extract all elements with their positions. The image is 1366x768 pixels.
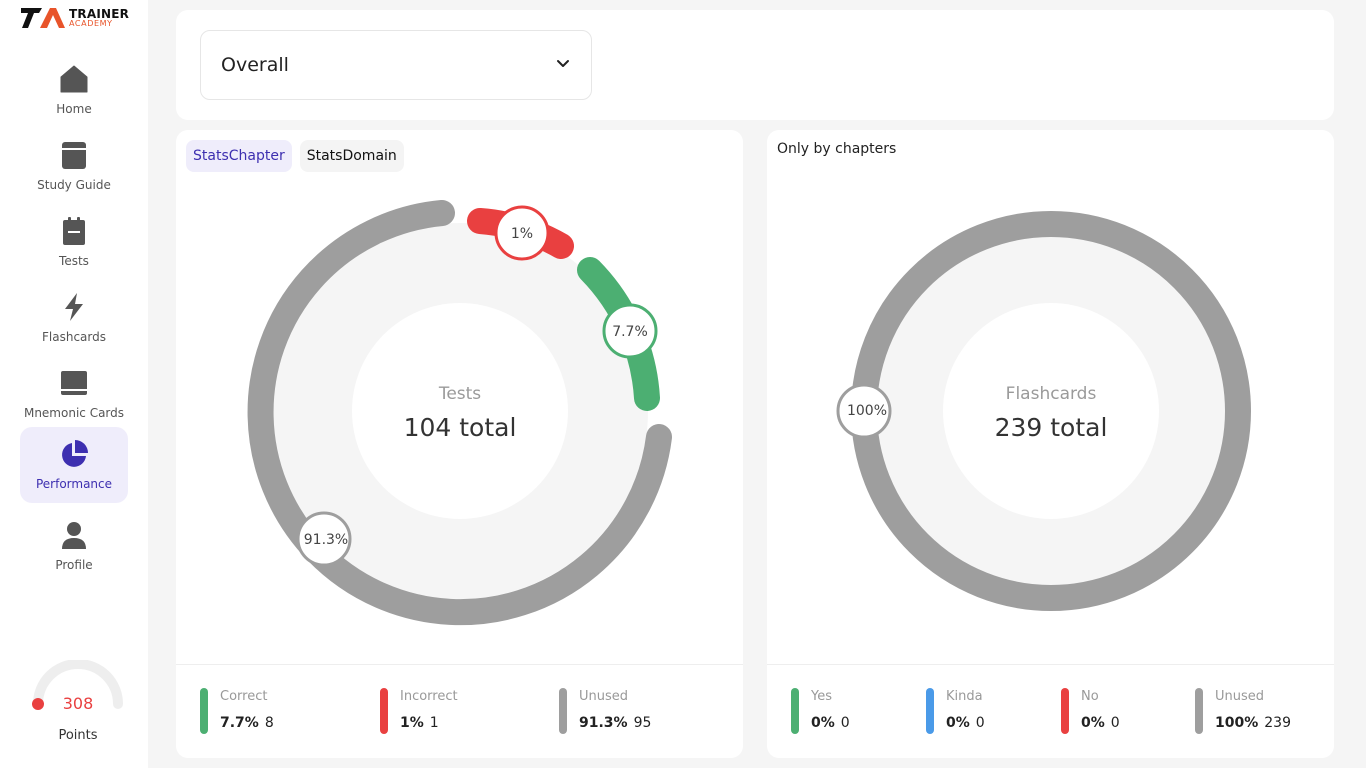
- svg-text:7.7%: 7.7%: [612, 324, 648, 340]
- legend-count: 0: [1110, 715, 1120, 731]
- tests-donut-chart: 1% 7.7% 91.3% Tests 104 total: [247, 200, 672, 626]
- filter-card: Overall: [176, 10, 1334, 120]
- legend-percent: 7.7%: [220, 715, 259, 731]
- nav-item-mnemonic-cards[interactable]: Mnemonic Cards: [20, 356, 128, 432]
- donut-center-total: 104 total: [404, 413, 517, 442]
- pct-marker-correct: 7.7%: [602, 303, 658, 359]
- nav-label-mnemonic-cards: Mnemonic Cards: [23, 406, 125, 420]
- legend-percent: 0%: [946, 715, 970, 731]
- nav-item-home[interactable]: Home: [20, 52, 128, 128]
- nav-label-performance: Performance: [35, 477, 113, 491]
- pct-marker-unused: 100%: [836, 383, 892, 439]
- nav-label-home: Home: [56, 102, 92, 116]
- donut-hole: [943, 303, 1159, 519]
- lightning-icon: [59, 292, 89, 322]
- points-widget: 308 Points: [22, 660, 134, 750]
- brand-logo[interactable]: TRAINER ACADEMY: [20, 6, 130, 30]
- legend-name: Incorrect: [400, 689, 458, 704]
- scope-select-value: Overall: [221, 54, 289, 76]
- svg-text:91.3%: 91.3%: [304, 532, 348, 548]
- svg-text:1%: 1%: [511, 226, 533, 242]
- legend-swatch: [559, 688, 567, 734]
- legend-swatch: [1061, 688, 1069, 734]
- flashcards-donut-chart: 100% Flashcards 239 total: [836, 211, 1251, 611]
- points-value: 308: [62, 694, 94, 713]
- nav-item-performance[interactable]: Performance: [20, 427, 128, 503]
- legend-name: Correct: [220, 689, 268, 704]
- sidebar: TRAINER ACADEMY Home Study Guide Tests F…: [0, 0, 148, 768]
- legend-percent: 0%: [1081, 715, 1105, 731]
- legend-name: Unused: [1215, 689, 1265, 704]
- legend-swatch: [791, 688, 799, 734]
- card-icon: [59, 368, 89, 398]
- legend-percent: 1%: [400, 715, 424, 731]
- user-icon: [59, 520, 89, 550]
- legend-swatch: [200, 688, 208, 734]
- donut-center-label: Flashcards: [1006, 384, 1097, 404]
- flashcards-stats-panel: Only by chapters 100% Flashcards 239 tot…: [767, 130, 1334, 758]
- home-icon: [59, 64, 89, 94]
- flashcards-legend: Yes 0% 0 Kinda 0% 0 No 0% 0 Unused 100% 239: [767, 664, 1334, 758]
- legend-name: Kinda: [946, 689, 983, 704]
- legend-name: Unused: [579, 689, 629, 704]
- donut-hole: [352, 303, 568, 519]
- svg-text:100%: 100%: [847, 403, 887, 419]
- donut-center-total: 239 total: [995, 413, 1108, 442]
- legend-count: 239: [1264, 715, 1291, 731]
- nav-item-tests[interactable]: Tests: [20, 204, 128, 280]
- nav-label-tests: Tests: [59, 254, 89, 268]
- nav-item-profile[interactable]: Profile: [20, 508, 128, 584]
- legend-count: 0: [840, 715, 850, 731]
- legend-count: 8: [264, 715, 274, 731]
- nav-item-flashcards[interactable]: Flashcards: [20, 280, 128, 356]
- brand-line2: ACADEMY: [69, 19, 113, 28]
- chevron-down-icon: [555, 55, 571, 75]
- tests-stats-panel: StatsChapter StatsDomain 1% 7.7% 91.3% T…: [176, 130, 743, 758]
- legend-count: 95: [633, 715, 652, 731]
- legend-percent: 91.3%: [579, 715, 628, 731]
- book-icon: [59, 140, 89, 170]
- legend-percent: 0%: [811, 715, 835, 731]
- donut-center-label: Tests: [438, 384, 481, 404]
- logo-mark-icon: [21, 8, 65, 28]
- pie-chart-icon: [59, 439, 89, 469]
- pct-marker-unused: 91.3%: [296, 511, 352, 567]
- nav-label-study-guide: Study Guide: [37, 178, 111, 192]
- legend-count: 1: [429, 715, 439, 731]
- scope-select[interactable]: Overall: [200, 30, 592, 100]
- nav-label-flashcards: Flashcards: [42, 330, 106, 344]
- points-label: Points: [58, 728, 98, 743]
- legend-swatch: [926, 688, 934, 734]
- tests-legend: Correct 7.7% 8 Incorrect 1% 1 Unused 91.3%…: [176, 664, 743, 758]
- clipboard-icon: [59, 216, 89, 246]
- nav-item-study-guide[interactable]: Study Guide: [20, 128, 128, 204]
- legend-name: Yes: [811, 689, 832, 704]
- pct-marker-incorrect: 1%: [494, 205, 550, 261]
- legend-percent: 100%: [1215, 715, 1259, 731]
- legend-name: No: [1081, 689, 1099, 704]
- legend-swatch: [380, 688, 388, 734]
- legend-swatch: [1195, 688, 1203, 734]
- legend-count: 0: [975, 715, 985, 731]
- nav-label-profile: Profile: [55, 558, 93, 572]
